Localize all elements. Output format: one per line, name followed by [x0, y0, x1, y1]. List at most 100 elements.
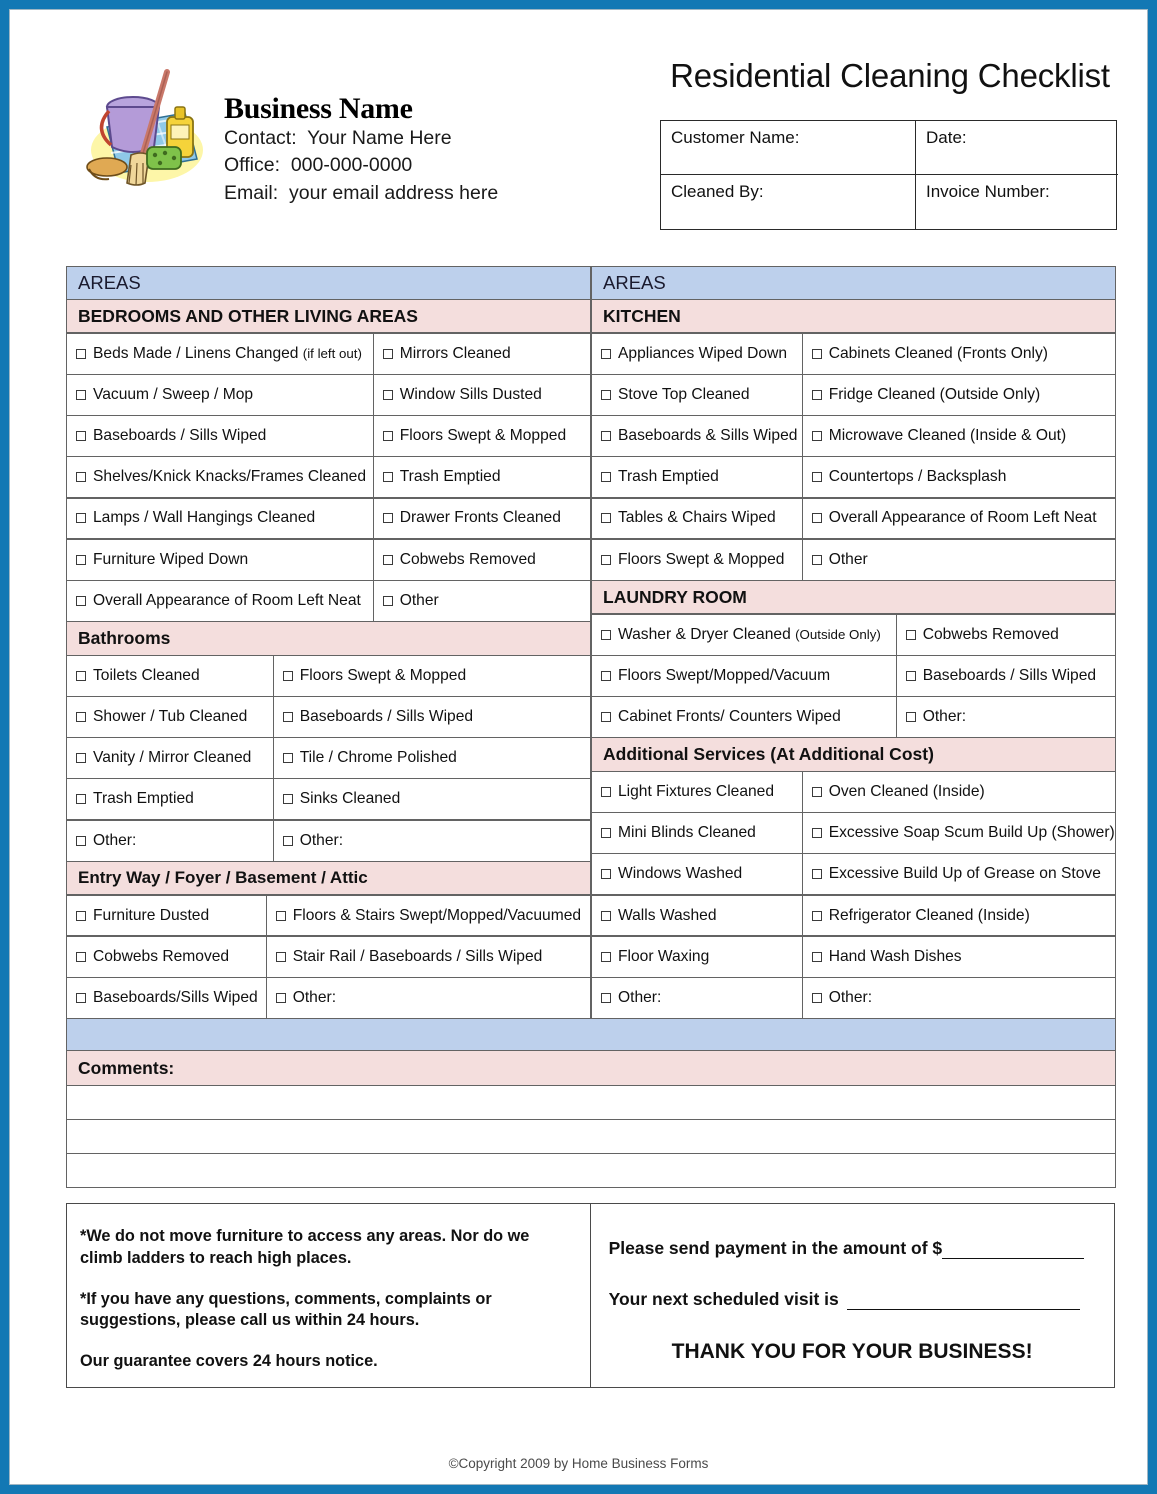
checkbox-icon[interactable] [282, 794, 293, 805]
checklist-item[interactable]: Other: [265, 976, 591, 1020]
checklist-item[interactable]: Other: [66, 819, 274, 862]
checklist-item[interactable]: Windows Washed [591, 853, 803, 896]
checkbox-icon[interactable] [601, 629, 611, 640]
checklist-item[interactable]: Drawer Fronts Cleaned [372, 497, 591, 540]
checkbox-icon[interactable] [601, 992, 611, 1003]
checklist-item[interactable]: Floors Swept/Mopped/Vacuum [591, 654, 897, 698]
checkbox-icon[interactable] [905, 670, 916, 681]
comments-line-2[interactable] [66, 1118, 1116, 1154]
checklist-item[interactable]: Baseboards / Sills Wiped [66, 414, 374, 458]
checklist-item[interactable]: Other: [272, 819, 591, 862]
checklist-item[interactable]: Hand Wash Dishes [801, 935, 1116, 978]
checkbox-icon[interactable] [76, 910, 86, 921]
checklist-item[interactable]: Beds Made / Linens Changed (if left out) [66, 332, 374, 375]
checklist-item[interactable]: Lamps / Wall Hangings Cleaned [66, 497, 374, 540]
checklist-item[interactable]: Cobwebs Removed [66, 935, 267, 978]
checklist-item[interactable]: Walls Washed [591, 894, 803, 937]
checklist-item[interactable]: Baseboards & Sills Wiped [591, 414, 803, 458]
checklist-item[interactable]: Vanity / Mirror Cleaned [66, 736, 274, 780]
checklist-item[interactable]: Washer & Dryer Cleaned (Outside Only) [591, 613, 897, 656]
checklist-item[interactable]: Trash Emptied [66, 778, 274, 821]
checklist-item[interactable]: Trash Emptied [591, 456, 803, 499]
checklist-item[interactable]: Fridge Cleaned (Outside Only) [801, 373, 1116, 417]
checklist-item[interactable]: Window Sills Dusted [372, 373, 591, 417]
checkbox-icon[interactable] [382, 472, 393, 483]
checklist-item[interactable]: Stove Top Cleaned [591, 373, 803, 417]
checkbox-icon[interactable] [601, 472, 611, 483]
checkbox-icon[interactable] [811, 869, 822, 880]
checkbox-icon[interactable] [811, 828, 822, 839]
comments-line-1[interactable] [66, 1085, 1116, 1121]
checklist-item[interactable]: Mirrors Cleaned [372, 332, 591, 375]
checklist-item[interactable]: Oven Cleaned (Inside) [801, 770, 1116, 814]
checkbox-icon[interactable] [76, 753, 86, 764]
checkbox-icon[interactable] [601, 513, 611, 524]
checkbox-icon[interactable] [382, 554, 393, 565]
checkbox-icon[interactable] [76, 794, 86, 805]
checkbox-icon[interactable] [811, 992, 822, 1003]
checkbox-icon[interactable] [811, 951, 822, 962]
checklist-item[interactable]: Shelves/Knick Knacks/Frames Cleaned [66, 456, 374, 499]
checkbox-icon[interactable] [905, 711, 916, 722]
checklist-item[interactable]: Overall Appearance of Room Left Neat [66, 579, 374, 623]
checklist-item[interactable]: Tile / Chrome Polished [272, 736, 591, 780]
checkbox-icon[interactable] [76, 472, 86, 483]
checklist-item[interactable]: Cobwebs Removed [895, 613, 1116, 656]
invoice-number-field[interactable]: Invoice Number: [916, 175, 1118, 229]
checklist-item[interactable]: Excessive Build Up of Grease on Stove [801, 853, 1116, 896]
checklist-item[interactable]: Microwave Cleaned (Inside & Out) [801, 414, 1116, 458]
checkbox-icon[interactable] [275, 992, 286, 1003]
checklist-item[interactable]: Appliances Wiped Down [591, 332, 803, 375]
checklist-item[interactable]: Countertops / Backsplash [801, 456, 1116, 499]
checklist-item[interactable]: Mini Blinds Cleaned [591, 811, 803, 855]
checkbox-icon[interactable] [601, 910, 611, 921]
checkbox-icon[interactable] [282, 835, 293, 846]
comments-line-3[interactable] [66, 1152, 1116, 1188]
checkbox-icon[interactable] [76, 431, 86, 442]
checkbox-icon[interactable] [601, 670, 611, 681]
checkbox-icon[interactable] [811, 513, 822, 524]
checkbox-icon[interactable] [601, 348, 611, 359]
checkbox-icon[interactable] [275, 951, 286, 962]
checkbox-icon[interactable] [76, 513, 86, 524]
checklist-item[interactable]: Other: [801, 976, 1116, 1020]
date-field[interactable]: Date: [916, 121, 1118, 175]
checklist-item[interactable]: Toilets Cleaned [66, 654, 274, 698]
checkbox-icon[interactable] [811, 910, 822, 921]
checkbox-icon[interactable] [76, 389, 86, 400]
checkbox-icon[interactable] [601, 711, 611, 722]
checklist-item[interactable]: Other: [895, 695, 1116, 739]
checklist-item[interactable]: Floors Swept & Mopped [591, 538, 803, 581]
checklist-item[interactable]: Cabinet Fronts/ Counters Wiped [591, 695, 897, 739]
checklist-item[interactable]: Baseboards / Sills Wiped [272, 695, 591, 739]
checklist-item[interactable]: Cabinets Cleaned (Fronts Only) [801, 332, 1116, 375]
checklist-item[interactable]: Trash Emptied [372, 456, 591, 499]
checkbox-icon[interactable] [811, 786, 822, 797]
checklist-item[interactable]: Overall Appearance of Room Left Neat [801, 497, 1116, 540]
checkbox-icon[interactable] [382, 513, 393, 524]
checklist-item[interactable]: Vacuum / Sweep / Mop [66, 373, 374, 417]
checkbox-icon[interactable] [76, 348, 86, 359]
checkbox-icon[interactable] [76, 595, 86, 606]
customer-name-field[interactable]: Customer Name: [661, 121, 916, 175]
checkbox-icon[interactable] [76, 992, 86, 1003]
checklist-item[interactable]: Floors & Stairs Swept/Mopped/Vacuumed [265, 894, 591, 937]
checkbox-icon[interactable] [601, 431, 611, 442]
checklist-item[interactable]: Other: [591, 976, 803, 1020]
next-visit-blank[interactable] [846, 1295, 1080, 1311]
checklist-item[interactable]: Floors Swept & Mopped [372, 414, 591, 458]
checkbox-icon[interactable] [601, 869, 611, 880]
checkbox-icon[interactable] [811, 431, 822, 442]
checklist-item[interactable]: Stair Rail / Baseboards / Sills Wiped [265, 935, 591, 978]
checkbox-icon[interactable] [275, 910, 286, 921]
checkbox-icon[interactable] [282, 670, 293, 681]
checkbox-icon[interactable] [76, 554, 86, 565]
checkbox-icon[interactable] [601, 786, 611, 797]
checkbox-icon[interactable] [601, 389, 611, 400]
checkbox-icon[interactable] [76, 670, 86, 681]
checkbox-icon[interactable] [811, 554, 822, 565]
checkbox-icon[interactable] [282, 711, 293, 722]
checklist-item[interactable]: Other [801, 538, 1116, 581]
checkbox-icon[interactable] [811, 389, 822, 400]
payment-amount-blank[interactable] [942, 1244, 1085, 1260]
